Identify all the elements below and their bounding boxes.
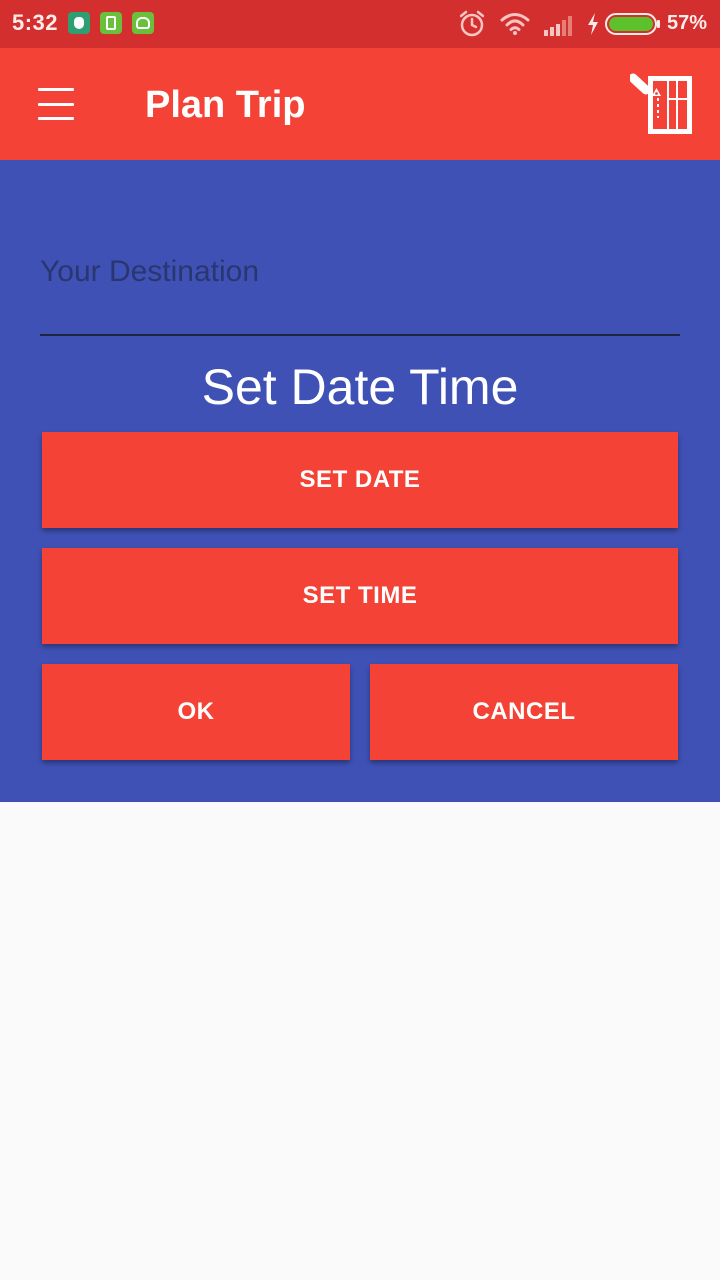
status-time: 5:32 [12,10,59,35]
android-icon [132,12,154,34]
status-bar: 5:32 57% [0,0,720,48]
set-date-time-heading: Set Date Time [201,359,519,415]
alarm-icon [459,10,485,37]
sim-icon [100,12,122,34]
charging-icon [588,13,598,35]
empty-content-area [0,802,720,1280]
cancel-button[interactable]: CANCEL [370,664,678,760]
app-bar: Plan Trip [0,48,720,160]
plan-trip-panel: Set Date Time SET DATE SET TIME OK CANCE… [0,160,720,802]
set-time-button[interactable]: SET TIME [42,548,678,644]
battery-icon [605,13,660,35]
set-date-button[interactable]: SET DATE [42,432,678,528]
battery-percent: 57% [667,12,708,34]
page-title: Plan Trip [145,84,306,126]
ok-button[interactable]: OK [42,664,350,760]
hamburger-menu-icon[interactable] [28,82,84,126]
security-icon [68,12,90,34]
signal-icon [544,16,572,36]
destination-input[interactable] [40,240,680,336]
map-icon[interactable] [630,68,700,140]
wifi-icon [500,13,530,35]
